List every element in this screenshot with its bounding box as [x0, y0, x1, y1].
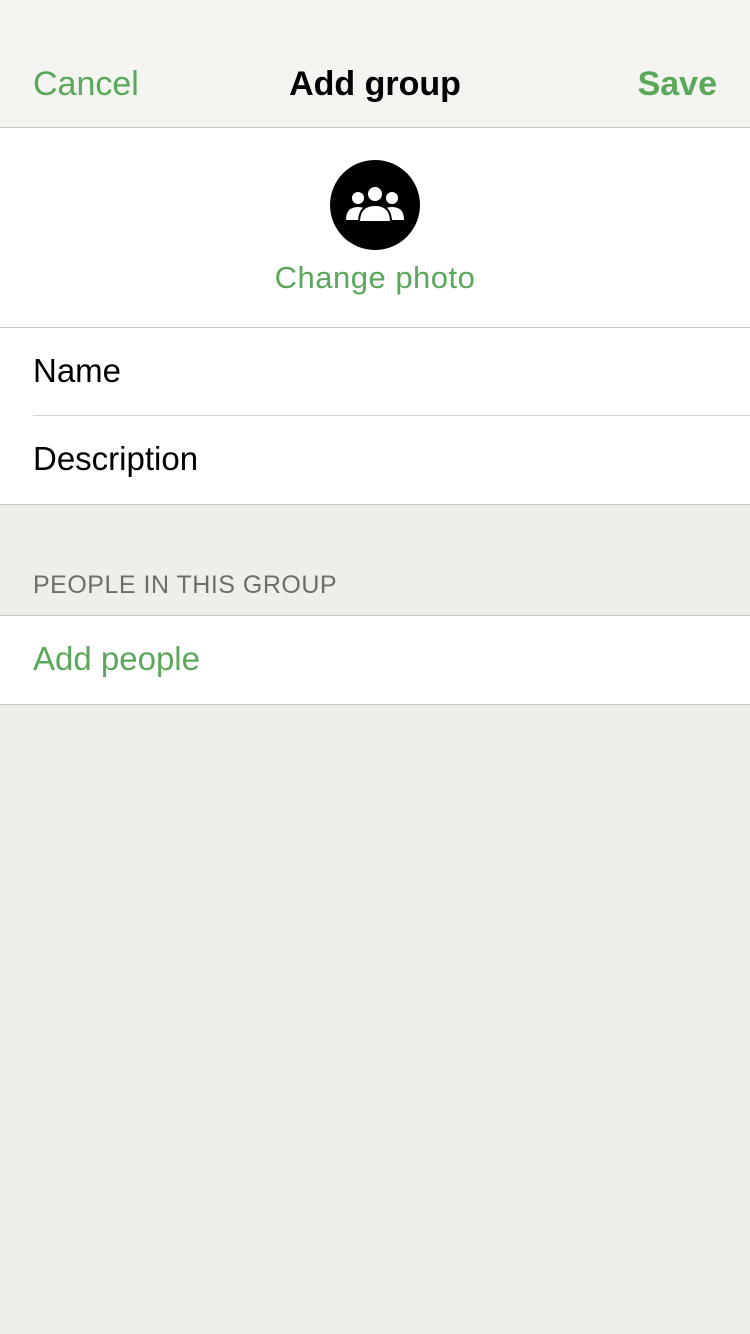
name-field-row	[33, 328, 750, 416]
people-section-header: PEOPLE IN THIS GROUP	[33, 571, 338, 599]
add-people-button[interactable]: Add people	[33, 637, 200, 681]
navigation-bar: Cancel Add group Save	[0, 0, 750, 128]
change-photo-button[interactable]: Change photo	[0, 258, 750, 298]
description-field-row	[33, 416, 750, 504]
group-details-form	[0, 328, 750, 505]
name-input[interactable]	[33, 328, 733, 414]
description-input[interactable]	[33, 416, 733, 502]
group-avatar[interactable]	[330, 160, 420, 250]
save-button[interactable]: Save	[638, 62, 717, 106]
people-section: Add people	[0, 615, 750, 705]
group-icon	[346, 185, 404, 223]
group-photo-section: Change photo	[0, 128, 750, 328]
